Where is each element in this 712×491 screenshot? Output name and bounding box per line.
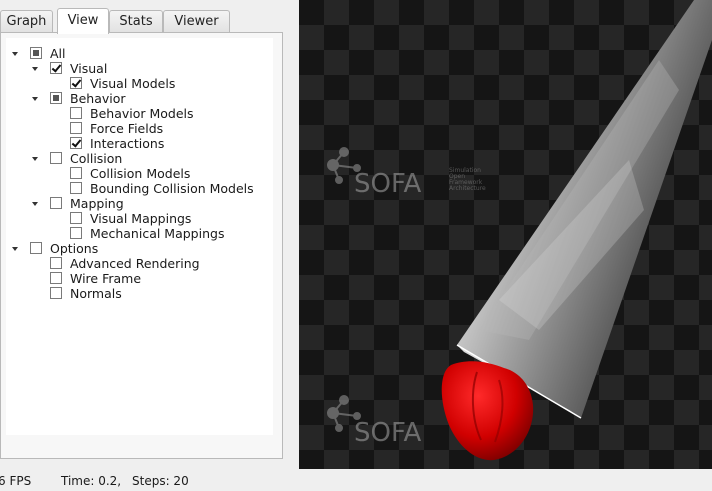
tree-item-label: Behavior Models <box>90 106 194 121</box>
tree-item-label: Options <box>50 241 99 256</box>
tube-model <box>456 0 712 419</box>
checkbox[interactable] <box>50 92 62 104</box>
checkbox[interactable] <box>30 242 42 254</box>
tree-item-bounding-collision-models[interactable]: Bounding Collision Models <box>6 181 273 196</box>
expand-arrow-icon[interactable] <box>32 97 38 101</box>
checkbox[interactable] <box>70 227 82 239</box>
fps-readout: 6 FPS <box>0 474 32 488</box>
tree-item-label: Mechanical Mappings <box>90 226 225 241</box>
checkbox[interactable] <box>50 287 62 299</box>
tree-item-behavior[interactable]: Behavior <box>6 91 273 106</box>
checkbox[interactable] <box>30 47 42 59</box>
tree-item-visual[interactable]: Visual <box>6 61 273 76</box>
watermark-text: SOFA <box>354 169 422 199</box>
tree-item-label: Force Fields <box>90 121 164 136</box>
view-panel: All Visual Visual Models Behavior Behavior M… <box>0 32 283 459</box>
splitter-handle[interactable] <box>292 0 298 470</box>
sofa-logo-watermark: SOFA Simulation Open Framework Architect… <box>327 147 486 199</box>
tree-item-label: Visual Models <box>90 76 176 91</box>
tab-graph[interactable]: Graph <box>0 10 53 32</box>
tree-item-label: Collision <box>70 151 123 166</box>
tree-item-visual-models[interactable]: Visual Models <box>6 76 273 91</box>
tab-viewer[interactable]: Viewer <box>163 10 230 32</box>
tree-item-label: Collision Models <box>90 166 191 181</box>
status-bar: 6 FPS Time: 0.2, Steps: 20 <box>0 472 712 491</box>
tree-item-force-fields[interactable]: Force Fields <box>6 121 273 136</box>
tree-item-mapping[interactable]: Mapping <box>6 196 273 211</box>
checkbox[interactable] <box>70 167 82 179</box>
tree-item-label: Normals <box>70 286 122 301</box>
tree-item-collision-models[interactable]: Collision Models <box>6 166 273 181</box>
tree-item-visual-mappings[interactable]: Visual Mappings <box>6 211 273 226</box>
tree-item-behavior-models[interactable]: Behavior Models <box>6 106 273 121</box>
tree-item-advanced-rendering[interactable]: Advanced Rendering <box>6 256 273 271</box>
svg-text:Architecture: Architecture <box>449 185 486 192</box>
tree-item-label: Visual Mappings <box>90 211 192 226</box>
expand-arrow-icon[interactable] <box>32 157 38 161</box>
sofa-logo-watermark-bottom: SOFA <box>327 395 422 448</box>
checkbox[interactable] <box>50 62 62 74</box>
tree-item-label: Visual <box>70 61 108 76</box>
tree-item-label: Advanced Rendering <box>70 256 200 271</box>
tree-item-mechanical-mappings[interactable]: Mechanical Mappings <box>6 226 273 241</box>
tree-item-label: Mapping <box>70 196 124 211</box>
expand-arrow-icon[interactable] <box>32 202 38 206</box>
scene-svg: SOFA Simulation Open Framework Architect… <box>327 0 712 461</box>
checkbox[interactable] <box>70 212 82 224</box>
steps-readout: Steps: 20 <box>132 474 189 488</box>
checkbox[interactable] <box>50 272 62 284</box>
checkbox[interactable] <box>70 137 82 149</box>
expand-arrow-icon[interactable] <box>12 247 18 251</box>
checkbox[interactable] <box>70 77 82 89</box>
tree-item-label: All <box>50 46 66 61</box>
expand-arrow-icon[interactable] <box>12 52 18 56</box>
tab-view[interactable]: View <box>57 8 109 34</box>
checkbox[interactable] <box>50 152 62 164</box>
checkbox[interactable] <box>70 182 82 194</box>
tab-stats[interactable]: Stats <box>109 10 163 32</box>
tree-item-all[interactable]: All <box>6 46 273 61</box>
tab-bar: Graph View Stats Viewer <box>0 8 300 34</box>
display-flags-tree[interactable]: All Visual Visual Models Behavior Behavior M… <box>6 38 273 435</box>
tree-item-label: Interactions <box>90 136 165 151</box>
tree-item-normals[interactable]: Normals <box>6 286 273 301</box>
tree-item-label: Bounding Collision Models <box>90 181 254 196</box>
checkbox[interactable] <box>50 197 62 209</box>
tree-item-label: Wire Frame <box>70 271 142 286</box>
tree-item-options[interactable]: Options <box>6 241 273 256</box>
checkbox[interactable] <box>70 122 82 134</box>
checkbox[interactable] <box>70 107 82 119</box>
3d-viewer[interactable]: SOFA Simulation Open Framework Architect… <box>299 0 712 469</box>
svg-text:SOFA: SOFA <box>354 418 422 448</box>
checkbox[interactable] <box>50 257 62 269</box>
tree-item-wire-frame[interactable]: Wire Frame <box>6 271 273 286</box>
time-readout: Time: 0.2, <box>61 474 122 488</box>
tree-item-label: Behavior <box>70 91 126 106</box>
expand-arrow-icon[interactable] <box>32 67 38 71</box>
tree-item-interactions[interactable]: Interactions <box>6 136 273 151</box>
tree-item-collision[interactable]: Collision <box>6 151 273 166</box>
